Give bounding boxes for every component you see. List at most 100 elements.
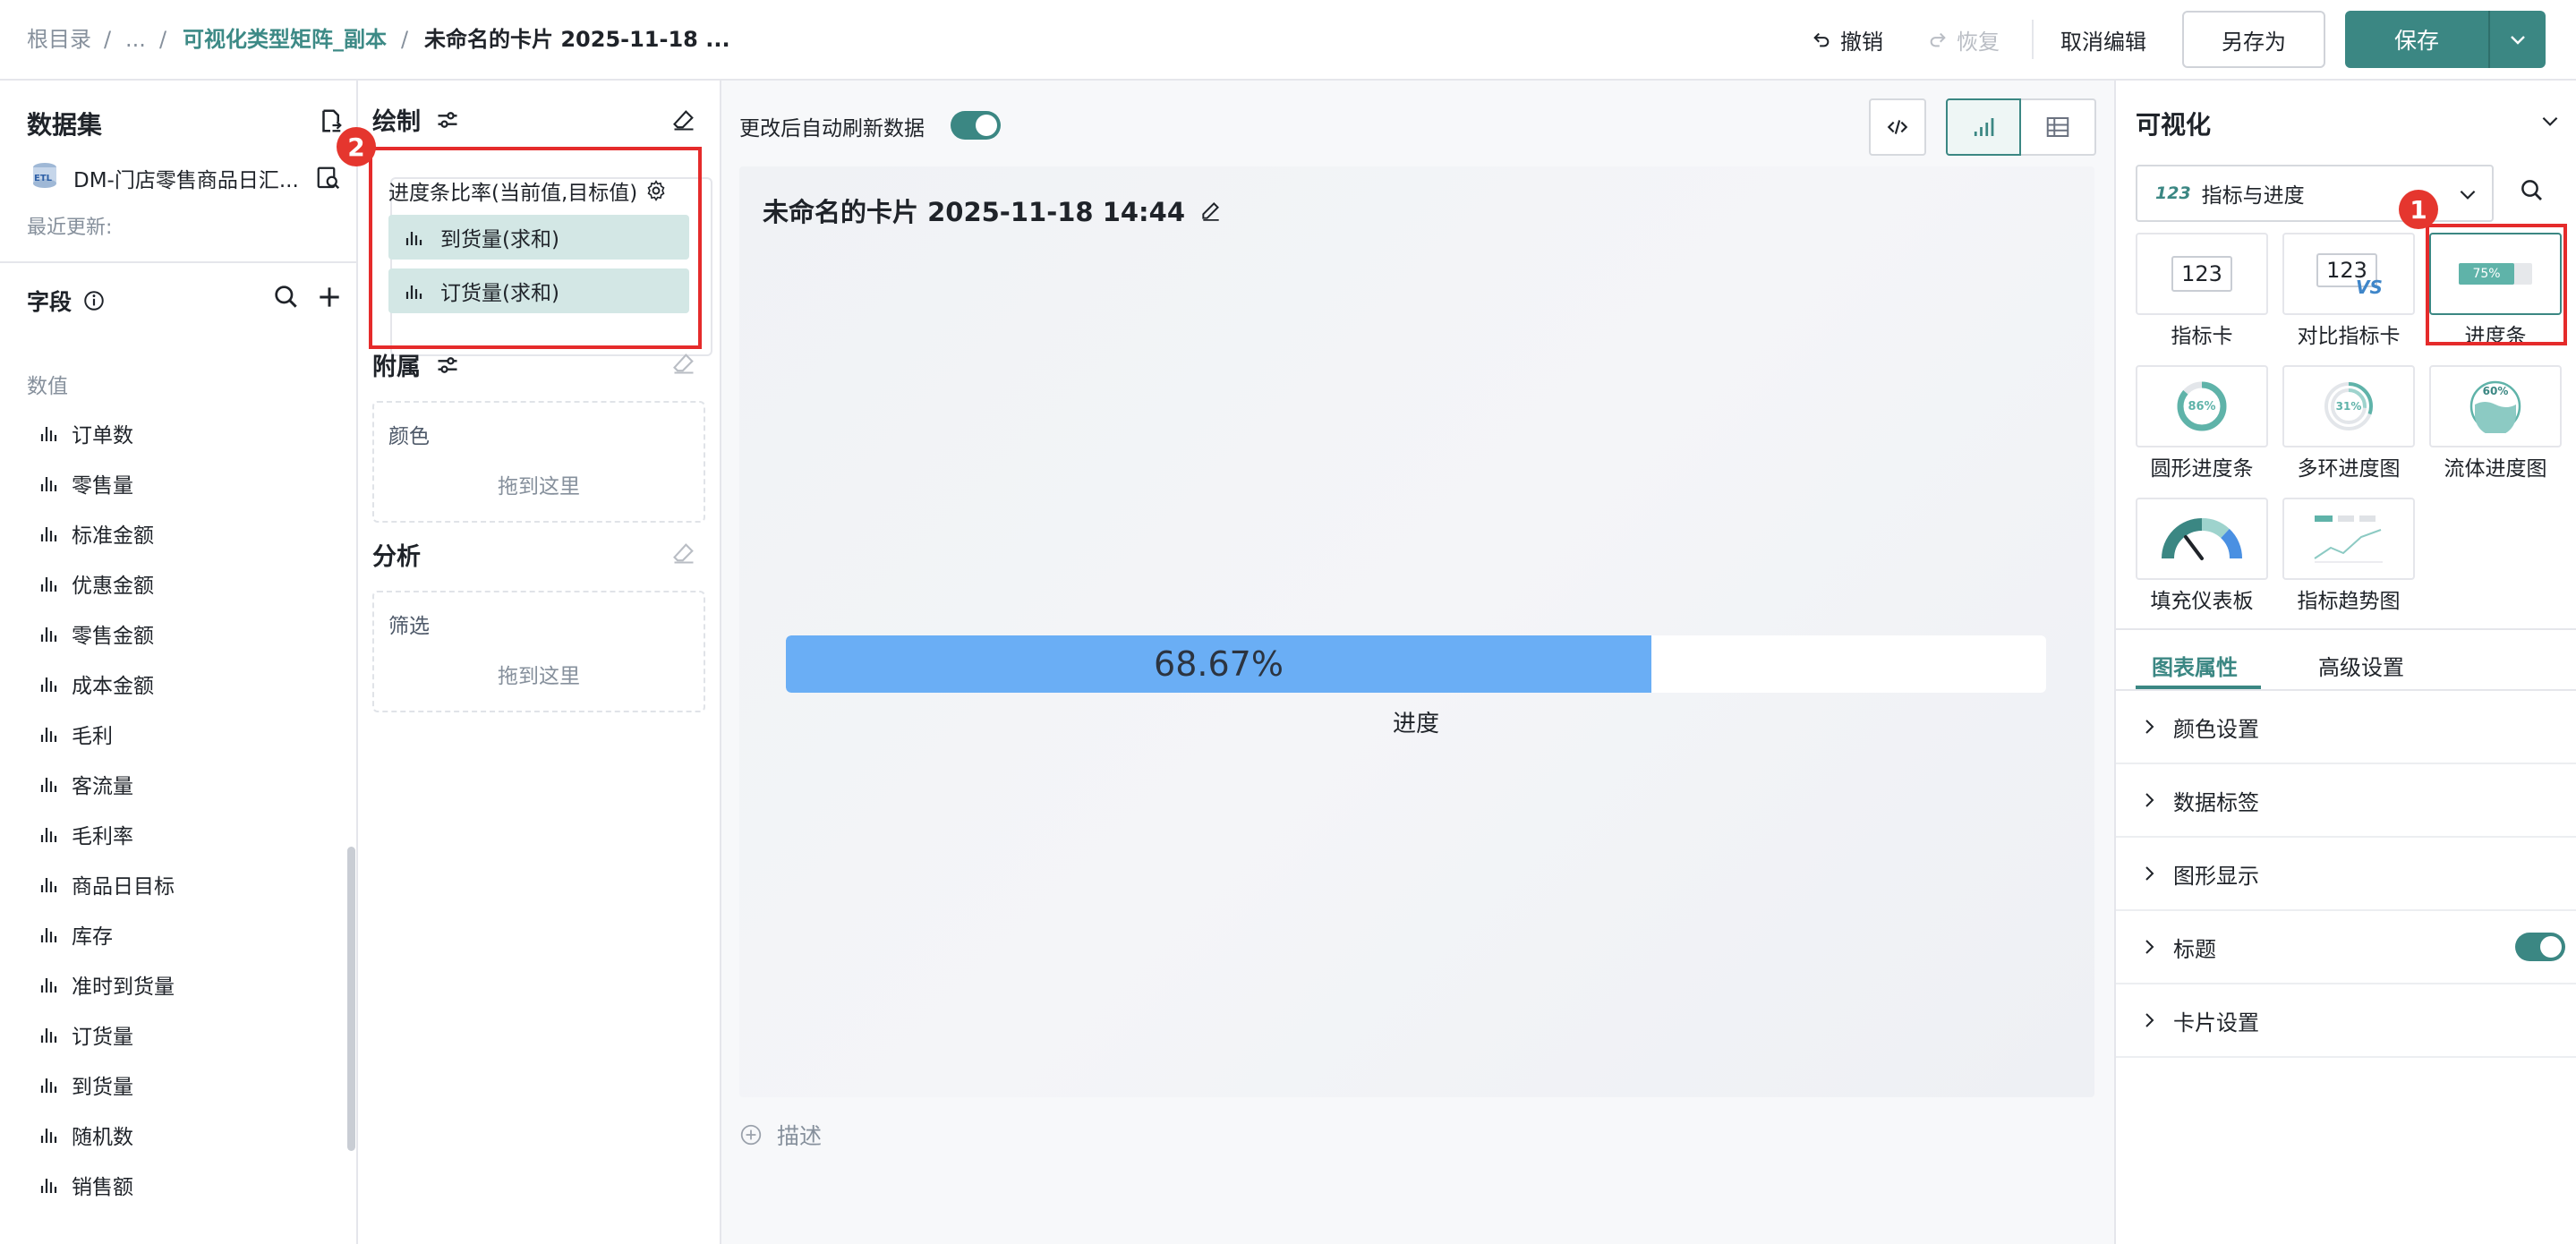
viz-item-kpi-trend[interactable] [2282,498,2415,580]
compare-kpi-icon: 123 VS [2316,251,2383,298]
tab-chart-properties[interactable]: 图表属性 [2152,650,2238,681]
fields-header: 字段 [27,285,106,317]
measure-bar-icon [40,577,57,592]
table-view-button[interactable] [2021,98,2096,156]
field-item[interactable]: 订单数 [39,415,133,451]
ring-progress-text: 86% [2188,399,2216,413]
multi-ring-text: 31% [2335,400,2362,413]
viz-item-compare-kpi[interactable]: 123 VS [2282,233,2415,315]
auto-refresh-label: 更改后自动刷新数据 [739,117,925,141]
field-item[interactable]: 成本金额 [39,666,154,702]
dataset-name[interactable]: DM-门店零售商品日汇... [73,163,299,193]
prop-row-card-settings[interactable]: 卡片设置 [2116,984,2576,1058]
add-field-icon[interactable] [315,283,344,311]
field-item[interactable]: 优惠金额 [39,566,154,601]
viz-category-select[interactable]: 123 指标与进度 [2136,165,2494,222]
gauge-icon [2162,517,2243,560]
clear-eraser-icon[interactable] [671,351,696,376]
ring-progress-icon: 86% [2175,379,2229,433]
search-icon[interactable] [2519,177,2546,204]
breadcrumb-parent[interactable]: 可视化类型矩阵_副本 [183,25,387,54]
undo-icon [1813,32,1830,47]
step-badge-1: 1 [2399,190,2438,229]
viz-item-gauge[interactable] [2136,498,2268,580]
dataset-preview-icon[interactable] [315,165,342,192]
clear-eraser-icon[interactable] [671,541,696,566]
field-item[interactable]: 客流量 [39,766,133,802]
field-label: 销售额 [72,1176,133,1199]
divider [2032,20,2034,59]
switch-dataset-icon[interactable] [317,107,344,134]
plus-circle-icon [740,1124,762,1146]
undo-button[interactable]: 撤销 [1812,21,1883,57]
save-button-group: 保存 [2345,11,2546,68]
field-item[interactable]: 商品日目标 [39,866,175,902]
color-drop-zone[interactable]: 颜色 拖到这里 [372,401,705,523]
field-label: 优惠金额 [72,575,154,598]
bar-chart-icon [1974,118,1994,136]
field-item[interactable]: 零售金额 [39,616,154,652]
filter-drop-zone[interactable]: 筛选 拖到这里 [372,591,705,712]
prop-row-data-labels[interactable]: 数据标签 [2116,764,2576,838]
breadcrumb-root[interactable]: 根目录 [27,25,91,54]
field-item[interactable]: 毛利率 [39,816,133,852]
viz-item-label: 对比指标卡 [2297,325,2401,348]
field-label: 毛利率 [72,825,133,848]
field-item[interactable]: 毛利 [39,716,113,752]
search-icon[interactable] [272,283,301,311]
tab-advanced-settings[interactable]: 高级设置 [2318,650,2404,681]
add-description-button[interactable]: 描述 [739,1119,822,1151]
title-toggle[interactable] [2515,933,2565,961]
recent-update-label: 最近更新: [27,217,113,239]
clear-eraser-icon[interactable] [671,107,696,132]
vs-text: VS [2356,277,2383,298]
viz-item-kpi-card[interactable]: 123 [2136,233,2268,315]
settings-sliders-icon[interactable] [435,353,460,378]
field-label: 标准金额 [72,524,154,548]
viz-item-ring-progress[interactable]: 86% [2136,365,2268,447]
chart-view-button[interactable] [1946,98,2021,156]
field-item[interactable]: 准时到货量 [39,967,175,1002]
field-item[interactable]: 标准金额 [39,515,154,551]
metric-123-icon: 123 [2155,183,2191,203]
prop-row-color-settings[interactable]: 颜色设置 [2116,691,2576,764]
field-item[interactable]: 库存 [39,916,113,952]
auto-refresh-toggle[interactable] [951,111,1001,140]
field-item[interactable]: 到货量 [39,1067,133,1103]
prop-row-title[interactable]: 标题 [2116,911,2576,984]
save-as-button[interactable]: 另存为 [2182,11,2325,68]
prop-row-shape-display[interactable]: 图形显示 [2116,838,2576,911]
progress-value-label: 68.67% [1154,644,1284,684]
color-label: 颜色 [388,425,430,448]
field-item[interactable]: 随机数 [39,1117,133,1153]
top-bar: 根目录 / ... / 可视化类型矩阵_副本 / 未命名的卡片 2025-11-… [0,0,2576,81]
chart-card[interactable]: 未命名的卡片 2025-11-18 14:44 68.67% 进度 [739,166,2094,1097]
save-button[interactable]: 保存 [2345,11,2488,68]
measure-bar-icon [40,778,57,792]
prop-label: 数据标签 [2173,789,2259,815]
measure-bar-icon [40,627,57,642]
prop-label: 图形显示 [2173,863,2259,889]
field-label: 随机数 [72,1126,133,1149]
viz-item-label: 圆形进度条 [2150,457,2254,481]
viz-item-multi-ring[interactable]: 31% [2282,365,2415,447]
measure-bar-icon [40,878,57,892]
liquid-progress-text: 60% [2482,385,2509,397]
field-item[interactable]: 零售量 [39,465,133,501]
code-view-button[interactable] [1869,98,1926,156]
redo-button[interactable]: 恢复 [1928,21,2000,57]
chevron-right-icon [2145,720,2154,734]
field-item[interactable]: 销售额 [39,1167,133,1203]
save-dropdown-button[interactable] [2490,11,2546,68]
field-item[interactable]: 订货量 [39,1017,133,1052]
breadcrumb-ellipsis[interactable]: ... [125,25,146,54]
chevron-down-icon[interactable] [2538,109,2562,132]
field-list-scrollbar[interactable] [347,847,355,1151]
fields-title: 字段 [27,289,73,315]
settings-sliders-icon[interactable] [435,107,460,132]
edit-pencil-icon[interactable] [1199,199,1223,222]
cancel-edit-button[interactable]: 取消编辑 [2060,21,2146,57]
viz-item-liquid-progress[interactable]: 60% [2429,365,2562,447]
card-title[interactable]: 未命名的卡片 2025-11-18 14:44 [763,192,1185,229]
info-icon[interactable] [82,289,106,312]
